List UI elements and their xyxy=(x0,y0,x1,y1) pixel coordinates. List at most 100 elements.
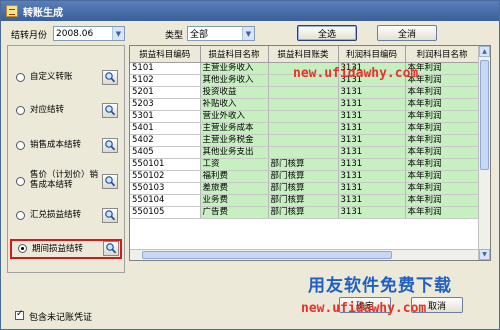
scroll-down-icon[interactable]: ▼ xyxy=(479,249,490,260)
table-cell[interactable]: 本年利润 xyxy=(405,146,480,159)
table-row[interactable]: 5201 投资收益 3131 本年利润 xyxy=(130,86,480,99)
table-cell[interactable]: 3131 xyxy=(338,146,406,159)
table-cell[interactable] xyxy=(268,110,339,123)
table-cell[interactable]: 3131 xyxy=(338,110,406,123)
include-unposted-checkbox[interactable] xyxy=(15,309,24,320)
chevron-down-icon[interactable]: ▼ xyxy=(112,27,124,40)
table-cell[interactable]: 其他业务支出 xyxy=(200,146,269,159)
table-cell[interactable]: 工资 xyxy=(200,158,269,171)
table-cell[interactable]: 本年利润 xyxy=(405,86,480,99)
table-cell[interactable]: 550103 xyxy=(130,182,201,195)
radio-custom-transfer[interactable] xyxy=(16,73,25,82)
table-cell[interactable] xyxy=(268,134,339,147)
table-cell[interactable]: 550102 xyxy=(130,170,201,183)
table-cell[interactable]: 主营业务成本 xyxy=(200,122,269,135)
table-cell[interactable] xyxy=(268,98,339,111)
column-header[interactable]: 损益科目名称 xyxy=(200,46,269,63)
table-cell[interactable]: 本年利润 xyxy=(405,134,480,147)
magnifier-icon[interactable] xyxy=(102,138,118,153)
table-cell[interactable]: 广告费 xyxy=(200,206,269,219)
table-cell[interactable]: 部门核算 xyxy=(268,158,339,171)
table-row[interactable]: 5402 主营业务税金 3131 本年利润 xyxy=(130,134,480,147)
table-cell[interactable]: 本年利润 xyxy=(405,206,480,219)
radio-corresponding-transfer[interactable] xyxy=(16,106,25,115)
radio-planned-price-sales-cost[interactable] xyxy=(16,177,25,186)
period-select[interactable]: 2008.06 ▼ xyxy=(53,26,125,41)
table-cell[interactable]: 3131 xyxy=(338,134,406,147)
table-cell[interactable]: 550101 xyxy=(130,158,201,171)
table-cell[interactable] xyxy=(268,146,339,159)
clear-all-button[interactable]: 全消 xyxy=(377,25,437,41)
table-row[interactable]: 550103 差旅费 部门核算 3131 本年利润 xyxy=(130,182,480,195)
table-cell[interactable]: 其他业务收入 xyxy=(200,74,269,87)
table-cell[interactable]: 部门核算 xyxy=(268,194,339,207)
option-corresponding-transfer[interactable]: 对应结转 xyxy=(8,101,124,121)
option-custom-transfer[interactable]: 自定义转账 xyxy=(8,68,124,88)
table-cell[interactable]: 业务费 xyxy=(200,194,269,207)
table-cell[interactable]: 5301 xyxy=(130,110,201,123)
scroll-thumb[interactable] xyxy=(480,60,489,170)
table-cell[interactable]: 本年利润 xyxy=(405,182,480,195)
table-cell[interactable]: 本年利润 xyxy=(405,98,480,111)
table-cell[interactable]: 5203 xyxy=(130,98,201,111)
radio-sales-cost-transfer[interactable] xyxy=(16,141,25,150)
table-cell[interactable]: 5401 xyxy=(130,122,201,135)
table-row[interactable]: 550105 广告费 部门核算 3131 本年利润 xyxy=(130,206,480,219)
option-sales-cost-transfer[interactable]: 销售成本结转 xyxy=(8,136,124,156)
magnifier-icon[interactable] xyxy=(102,70,118,85)
magnifier-icon[interactable] xyxy=(102,103,118,118)
table-cell[interactable]: 本年利润 xyxy=(405,110,480,123)
magnifier-icon[interactable] xyxy=(102,208,118,223)
select-all-button[interactable]: 全选 xyxy=(297,25,357,41)
radio-exchange-gain-loss-transfer[interactable] xyxy=(16,211,25,220)
table-cell[interactable]: 本年利润 xyxy=(405,194,480,207)
column-header[interactable]: 损益科目编码 xyxy=(130,46,201,63)
column-header[interactable]: 损益科目账类 xyxy=(268,46,339,63)
table-cell[interactable]: 投资收益 xyxy=(200,86,269,99)
column-header[interactable]: 利润科目名称 xyxy=(405,46,480,63)
table-cell[interactable]: 3131 xyxy=(338,122,406,135)
table-cell[interactable]: 补贴收入 xyxy=(200,98,269,111)
option-period-profit-loss-transfer[interactable]: 期间损益结转 xyxy=(10,239,122,259)
option-planned-price-sales-cost[interactable]: 售价（计划价）销售成本结转 xyxy=(8,170,124,194)
radio-period-profit-loss-transfer[interactable] xyxy=(18,244,27,253)
horizontal-scrollbar[interactable] xyxy=(130,249,478,260)
table-cell[interactable]: 5201 xyxy=(130,86,201,99)
table-cell[interactable]: 本年利润 xyxy=(405,158,480,171)
table-cell[interactable]: 3131 xyxy=(338,158,406,171)
table-cell[interactable]: 福利费 xyxy=(200,170,269,183)
table-cell[interactable]: 营业外收入 xyxy=(200,110,269,123)
table-row[interactable]: 550101 工资 部门核算 3131 本年利润 xyxy=(130,158,480,171)
table-cell[interactable]: 5405 xyxy=(130,146,201,159)
table-row[interactable]: 5405 其他业务支出 3131 本年利润 xyxy=(130,146,480,159)
table-cell[interactable]: 5102 xyxy=(130,74,201,87)
table-row[interactable]: 5301 营业外收入 3131 本年利润 xyxy=(130,110,480,123)
table-row[interactable]: 5203 补贴收入 3131 本年利润 xyxy=(130,98,480,111)
table-cell[interactable]: 3131 xyxy=(338,206,406,219)
option-exchange-gain-loss-transfer[interactable]: 汇兑损益结转 xyxy=(8,206,124,226)
scroll-thumb[interactable] xyxy=(142,251,392,259)
scroll-up-icon[interactable]: ▲ xyxy=(479,46,490,57)
table-cell[interactable]: 主营业务税金 xyxy=(200,134,269,147)
table-cell[interactable]: 主营业务收入 xyxy=(200,62,269,75)
table-cell[interactable]: 3131 xyxy=(338,98,406,111)
table-cell[interactable] xyxy=(268,86,339,99)
table-cell[interactable]: 3131 xyxy=(338,194,406,207)
table-row[interactable]: 550102 福利费 部门核算 3131 本年利润 xyxy=(130,170,480,183)
table-cell[interactable]: 部门核算 xyxy=(268,170,339,183)
table-cell[interactable]: 3131 xyxy=(338,86,406,99)
table-cell[interactable]: 550104 xyxy=(130,194,201,207)
magnifier-icon[interactable] xyxy=(102,174,118,189)
table-cell[interactable]: 部门核算 xyxy=(268,206,339,219)
table-row[interactable]: 550104 业务费 部门核算 3131 本年利润 xyxy=(130,194,480,207)
table-cell[interactable]: 5402 xyxy=(130,134,201,147)
table-cell[interactable]: 本年利润 xyxy=(405,122,480,135)
table-cell[interactable]: 部门核算 xyxy=(268,182,339,195)
table-row[interactable]: 5401 主营业务成本 3131 本年利润 xyxy=(130,122,480,135)
table-cell[interactable]: 本年利润 xyxy=(405,170,480,183)
table-cell[interactable]: 5101 xyxy=(130,62,201,75)
title-bar[interactable]: 转账生成 xyxy=(1,1,499,21)
table-cell[interactable]: 3131 xyxy=(338,182,406,195)
table-cell[interactable]: 差旅费 xyxy=(200,182,269,195)
magnifier-icon[interactable] xyxy=(103,241,119,256)
